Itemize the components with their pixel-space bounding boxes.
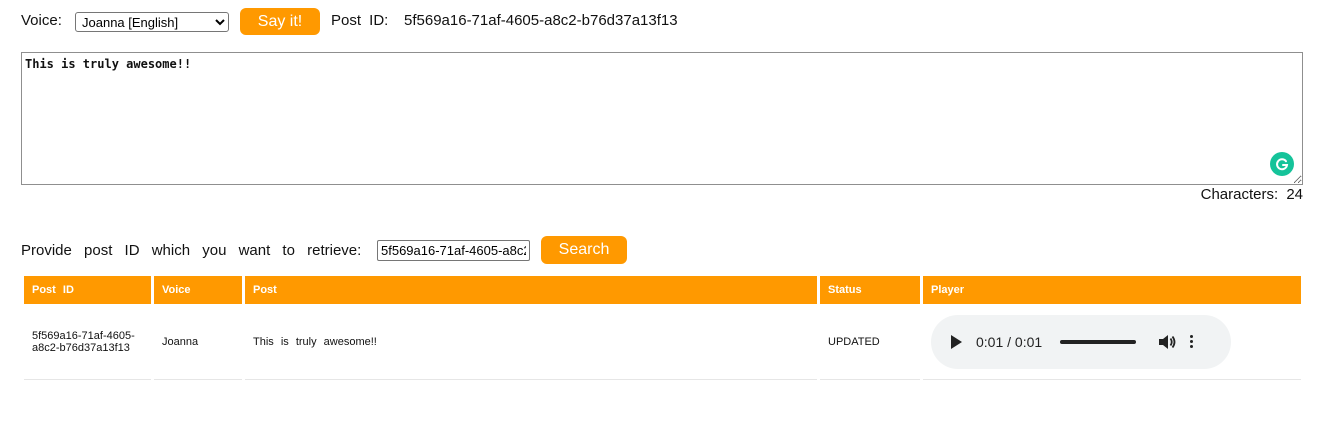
audio-player[interactable]: 0:01 / 0:01: [931, 314, 1231, 369]
characters-counter: Characters: 24: [1150, 186, 1303, 203]
post-id-label: Post ID:: [331, 12, 389, 29]
table-header-row: Post ID Voice Post Status Player: [24, 276, 1301, 304]
cell-voice: Joanna: [154, 304, 242, 380]
characters-label: Characters:: [1200, 186, 1279, 203]
more-options-icon[interactable]: [1190, 335, 1194, 348]
post-id-value: 5f569a16-71af-4605-a8c2-b76d37a13f13: [404, 12, 678, 29]
cell-post-id: 5f569a16-71af-4605-a8c2-b76d37a13f13: [24, 304, 151, 380]
column-header-player: Player: [923, 276, 1301, 304]
column-header-voice: Voice: [154, 276, 242, 304]
post-text-area[interactable]: This is truly awesome!!: [21, 52, 1303, 185]
post-id-search-input[interactable]: [377, 240, 530, 261]
voice-label: Voice:: [21, 12, 62, 29]
grammarly-icon[interactable]: [1270, 152, 1294, 176]
volume-icon[interactable]: [1158, 334, 1176, 350]
table-row: 5f569a16-71af-4605-a8c2-b76d37a13f13 Joa…: [24, 304, 1301, 380]
retrieve-label: Provide post ID which you want to retrie…: [21, 242, 362, 259]
column-header-post: Post: [245, 276, 817, 304]
cell-post: This is truly awesome!!: [245, 304, 817, 380]
play-icon[interactable]: [951, 334, 962, 349]
search-button[interactable]: Search: [541, 236, 627, 264]
player-time: 0:01 / 0:01: [976, 333, 1043, 350]
player-progress-bar[interactable]: [1060, 339, 1137, 344]
voice-select[interactable]: Joanna [English]: [75, 12, 229, 32]
column-header-status: Status: [820, 276, 920, 304]
column-header-post-id: Post ID: [24, 276, 151, 304]
characters-count: 24: [1286, 186, 1303, 203]
say-it-button[interactable]: Say it!: [240, 8, 320, 35]
cell-player: 0:01 / 0:01: [923, 304, 1301, 380]
cell-status: UPDATED: [820, 304, 920, 380]
posts-table: Post ID Voice Post Status Player 5f569a1…: [21, 276, 1304, 380]
